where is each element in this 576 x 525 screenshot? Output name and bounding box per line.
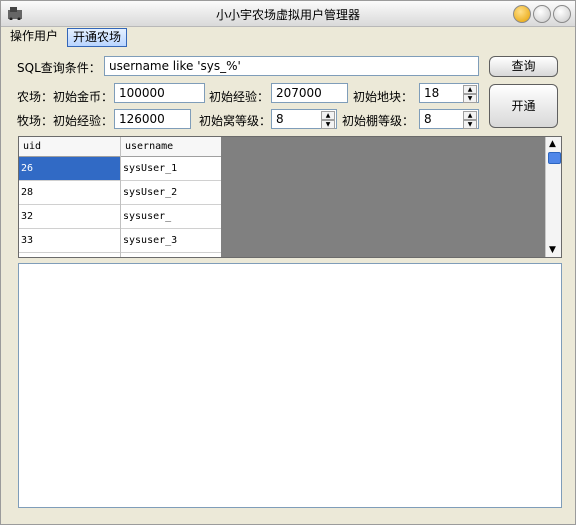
ranch-nest-spinner[interactable]: 8 ▲ ▼ xyxy=(271,109,337,129)
table-cell[interactable]: sysuser_ xyxy=(121,205,221,229)
ranch-shed-value: 8 xyxy=(424,112,432,126)
username-column: username sysUser_1 sysUser_2 sysuser_ sy… xyxy=(120,137,221,257)
scrollbar-thumb[interactable] xyxy=(548,152,561,164)
column-header-username[interactable]: username xyxy=(121,137,221,157)
output-textarea[interactable] xyxy=(18,263,562,508)
users-table[interactable]: uid 26 28 32 33 username sysUser_1 sysUs… xyxy=(18,136,562,258)
open-farm-button[interactable]: 开通 xyxy=(489,84,558,128)
menu-item-open-farm[interactable]: 开通农场 xyxy=(67,28,128,47)
farm-exp-label: 初始经验： xyxy=(209,90,270,104)
farm-exp-input[interactable]: 207000 xyxy=(271,83,348,103)
table-cell[interactable]: 28 xyxy=(19,181,120,205)
menu-item-operate-users[interactable]: 操作用户 xyxy=(5,28,63,45)
uid-column: uid 26 28 32 33 xyxy=(19,137,120,257)
scroll-up-arrow-icon[interactable]: ▲ xyxy=(549,139,556,149)
spinner-arrows[interactable]: ▲ ▼ xyxy=(321,111,335,129)
scroll-down-arrow-icon[interactable]: ▼ xyxy=(549,245,556,255)
ranch-nest-value: 8 xyxy=(276,112,284,126)
farm-gold-label: 农场：初始金币： xyxy=(17,90,114,104)
column-header-uid[interactable]: uid xyxy=(19,137,120,157)
ranch-nest-label: 初始窝等级： xyxy=(199,114,272,128)
ranch-exp-input[interactable]: 126000 xyxy=(114,109,191,129)
close-button[interactable] xyxy=(553,5,571,23)
minimize-button[interactable] xyxy=(513,5,531,23)
query-button[interactable]: 查询 xyxy=(489,56,558,77)
table-cell[interactable]: 26 xyxy=(19,157,120,181)
ranch-shed-label: 初始棚等级： xyxy=(342,114,415,128)
window-title: 小小宇农场虚拟用户管理器 xyxy=(215,8,360,22)
table-cell[interactable]: sysUser_1 xyxy=(121,157,221,181)
sql-condition-input[interactable]: username like 'sys_%' xyxy=(104,56,479,76)
title-bar[interactable]: 小小宇农场虚拟用户管理器 xyxy=(1,1,575,27)
table-scrollbar[interactable]: ▲ ▼ xyxy=(545,137,561,257)
sql-condition-label: SQL查询条件： xyxy=(17,61,101,75)
table-cell[interactable]: 33 xyxy=(19,229,120,253)
ranch-exp-label: 牧场：初始经验： xyxy=(17,114,114,128)
menu-bar: 操作用户 开通农场 xyxy=(1,27,575,47)
farm-land-label: 初始地块： xyxy=(353,90,414,104)
spinner-arrows[interactable]: ▲ ▼ xyxy=(463,111,477,129)
table-cell[interactable]: sysuser_3 xyxy=(121,229,221,253)
farm-gold-input[interactable]: 100000 xyxy=(114,83,205,103)
farm-land-value: 18 xyxy=(424,86,440,100)
ranch-shed-spinner[interactable]: 8 ▲ ▼ xyxy=(419,109,479,129)
table-cell[interactable]: sysUser_2 xyxy=(121,181,221,205)
main-window: 小小宇农场虚拟用户管理器 操作用户 开通农场 SQL查询条件： username… xyxy=(0,0,576,525)
maximize-button[interactable] xyxy=(533,5,551,23)
table-cell[interactable]: 32 xyxy=(19,205,120,229)
spinner-arrows[interactable]: ▲ ▼ xyxy=(463,85,477,103)
farm-land-spinner[interactable]: 18 ▲ ▼ xyxy=(419,83,479,103)
